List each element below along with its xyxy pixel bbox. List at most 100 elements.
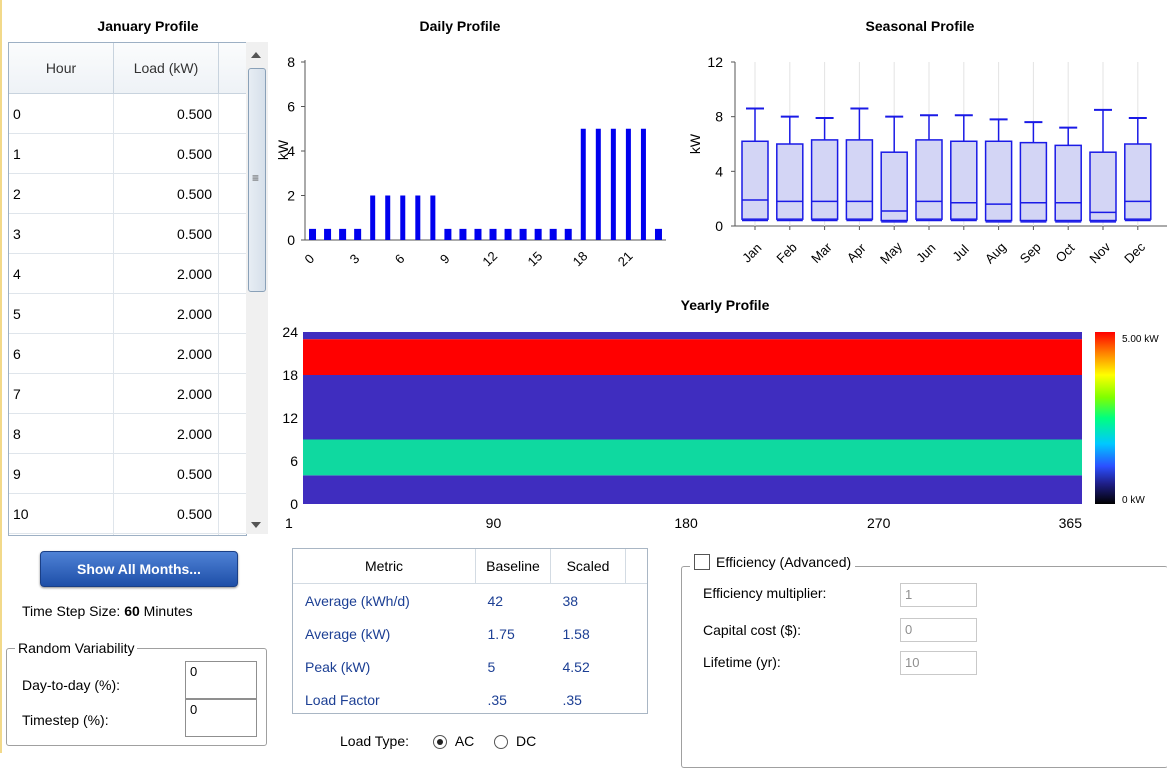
load-type-dc-radio[interactable] — [494, 735, 509, 750]
metric-row: Load Factor .35 .35 — [293, 683, 647, 716]
window-left-border — [0, 0, 2, 753]
day-to-day-input[interactable]: 0 — [185, 661, 257, 699]
daily-y-tick-label: 2 — [287, 188, 295, 204]
day-to-day-label: Day-to-day (%): — [22, 677, 121, 693]
metric-cell: Peak (kW) — [305, 658, 371, 675]
daily-bar — [415, 195, 421, 240]
january-profile-table[interactable]: Hour Load (kW) 0 0.500 1 0.500 2 0.500 3 0.500 4… — [8, 42, 247, 536]
load-type-ac-radio[interactable] — [432, 735, 447, 750]
hour-cell[interactable]: 11 — [9, 534, 114, 535]
table-row[interactable]: 4 2.000 — [9, 254, 246, 294]
hour-cell[interactable]: 5 — [9, 294, 114, 333]
yearly-x-tick-label: 90 — [486, 515, 502, 531]
efficiency-advanced-checkbox[interactable] — [694, 554, 710, 570]
scroll-down-arrow-icon[interactable] — [251, 522, 261, 528]
daily-bar — [354, 228, 362, 240]
hour-cell[interactable]: 1 — [9, 134, 114, 173]
scroll-up-arrow-icon[interactable] — [251, 52, 261, 58]
hour-column-header[interactable]: Hour — [9, 43, 114, 93]
timestep-variability-input[interactable]: 0 — [185, 699, 257, 737]
load-cell[interactable]: 0.500 — [114, 94, 219, 133]
yearly-y-tick-label: 18 — [282, 367, 298, 383]
hour-cell[interactable]: 7 — [9, 374, 114, 413]
load-cell[interactable]: 0.500 — [114, 174, 219, 213]
hour-cell[interactable]: 0 — [9, 94, 114, 133]
daily-bar — [654, 228, 662, 240]
lifetime-input[interactable]: 10 — [900, 651, 977, 675]
table-row[interactable]: 10 0.500 — [9, 494, 246, 534]
seasonal-box — [1019, 141, 1048, 222]
scroll-grip-icon: ≡ — [252, 171, 260, 185]
metric-row: Average (kWh/d) 42 38 — [293, 584, 647, 618]
load-cell[interactable]: 2.000 — [114, 294, 219, 333]
time-step-size: Time Step Size: 60 Minutes — [22, 603, 193, 619]
hour-cell[interactable]: 6 — [9, 334, 114, 373]
table-row[interactable]: 1 0.500 — [9, 134, 246, 174]
seasonal-y-tick-label: 12 — [707, 54, 723, 70]
seasonal-x-tick-label: Sep — [1017, 239, 1044, 266]
seasonal-x-tick-label: Jan — [739, 240, 764, 265]
daily-bar — [580, 128, 586, 240]
table-row[interactable]: 0 0.500 — [9, 94, 246, 134]
heatmap-band — [303, 332, 1082, 340]
seasonal-x-tick-label: Feb — [773, 240, 799, 266]
daily-x-tick-label: 15 — [525, 248, 546, 269]
load-column-header[interactable]: Load (kW) — [114, 43, 219, 93]
scaled-cell: 1.58 — [562, 625, 590, 642]
daily-bar — [400, 195, 406, 240]
hour-cell[interactable]: 4 — [9, 254, 114, 293]
hour-cell[interactable]: 8 — [9, 414, 114, 453]
efficiency-advanced-label[interactable]: Efficiency (Advanced) — [716, 554, 851, 570]
seasonal-box — [1054, 144, 1082, 222]
hour-cell[interactable]: 9 — [9, 454, 114, 493]
load-cell[interactable]: 0.500 — [114, 494, 219, 533]
daily-bar — [519, 228, 527, 240]
seasonal-y-axis-label: kW — [687, 133, 703, 154]
load-cell[interactable]: 2.000 — [114, 414, 219, 453]
colorbar-max-label: 5.00 kW — [1122, 334, 1159, 345]
daily-bar — [339, 228, 347, 240]
seasonal-box — [845, 139, 874, 220]
table-row[interactable]: 9 0.500 — [9, 454, 246, 494]
scaled-column-header: Scaled — [550, 549, 626, 584]
daily-bar — [385, 195, 391, 240]
load-cell[interactable]: 0.500 — [114, 214, 219, 253]
daily-bar — [474, 228, 482, 240]
yearly-x-tick-label: 270 — [867, 515, 891, 531]
seasonal-box — [810, 139, 839, 220]
daily-bar — [430, 195, 436, 240]
table-row[interactable]: 2 0.500 — [9, 174, 246, 214]
yearly-x-tick-label: 365 — [1059, 515, 1083, 531]
load-type-ac-label[interactable]: AC — [455, 733, 474, 749]
scaled-cell: 4.52 — [562, 658, 590, 675]
table-row[interactable]: 8 2.000 — [9, 414, 246, 454]
hour-cell[interactable]: 10 — [9, 494, 114, 533]
capital-cost-input[interactable]: 0 — [900, 618, 977, 642]
metrics-table: Metric Baseline Scaled Average (kWh/d) 42… — [292, 548, 648, 714]
load-cell[interactable]: 0.500 — [114, 134, 219, 173]
efficiency-multiplier-input[interactable]: 1 — [900, 583, 977, 607]
table-row[interactable]: 5 2.000 — [9, 294, 246, 334]
daily-y-tick-label: 6 — [287, 99, 295, 115]
efficiency-legend: Efficiency (Advanced) — [690, 550, 856, 574]
table-row[interactable]: 3 0.500 — [9, 214, 246, 254]
hour-cell[interactable]: 2 — [9, 174, 114, 213]
load-type-group: Load Type: AC DC — [340, 733, 536, 750]
heatmap-band — [303, 375, 1082, 440]
load-cell[interactable]: 2.000 — [114, 374, 219, 413]
hour-cell[interactable]: 3 — [9, 214, 114, 253]
load-cell[interactable]: 0.500 — [114, 454, 219, 493]
load-cell[interactable]: 0.500 — [114, 534, 219, 535]
table-row[interactable]: 7 2.000 — [9, 374, 246, 414]
seasonal-box — [915, 139, 943, 220]
daily-bar — [459, 228, 467, 240]
load-type-dc-label[interactable]: DC — [516, 733, 536, 749]
daily-bar — [640, 128, 646, 240]
daily-profile-chart: 02468kW0 3 6 9 12 15 18 21 — [275, 54, 666, 269]
daily-bar — [564, 228, 572, 240]
load-cell[interactable]: 2.000 — [114, 334, 219, 373]
show-all-months-button[interactable]: Show All Months... — [40, 551, 238, 587]
table-row[interactable]: 6 2.000 — [9, 334, 246, 374]
table-row[interactable]: 110.500 — [9, 534, 246, 535]
load-cell[interactable]: 2.000 — [114, 254, 219, 293]
